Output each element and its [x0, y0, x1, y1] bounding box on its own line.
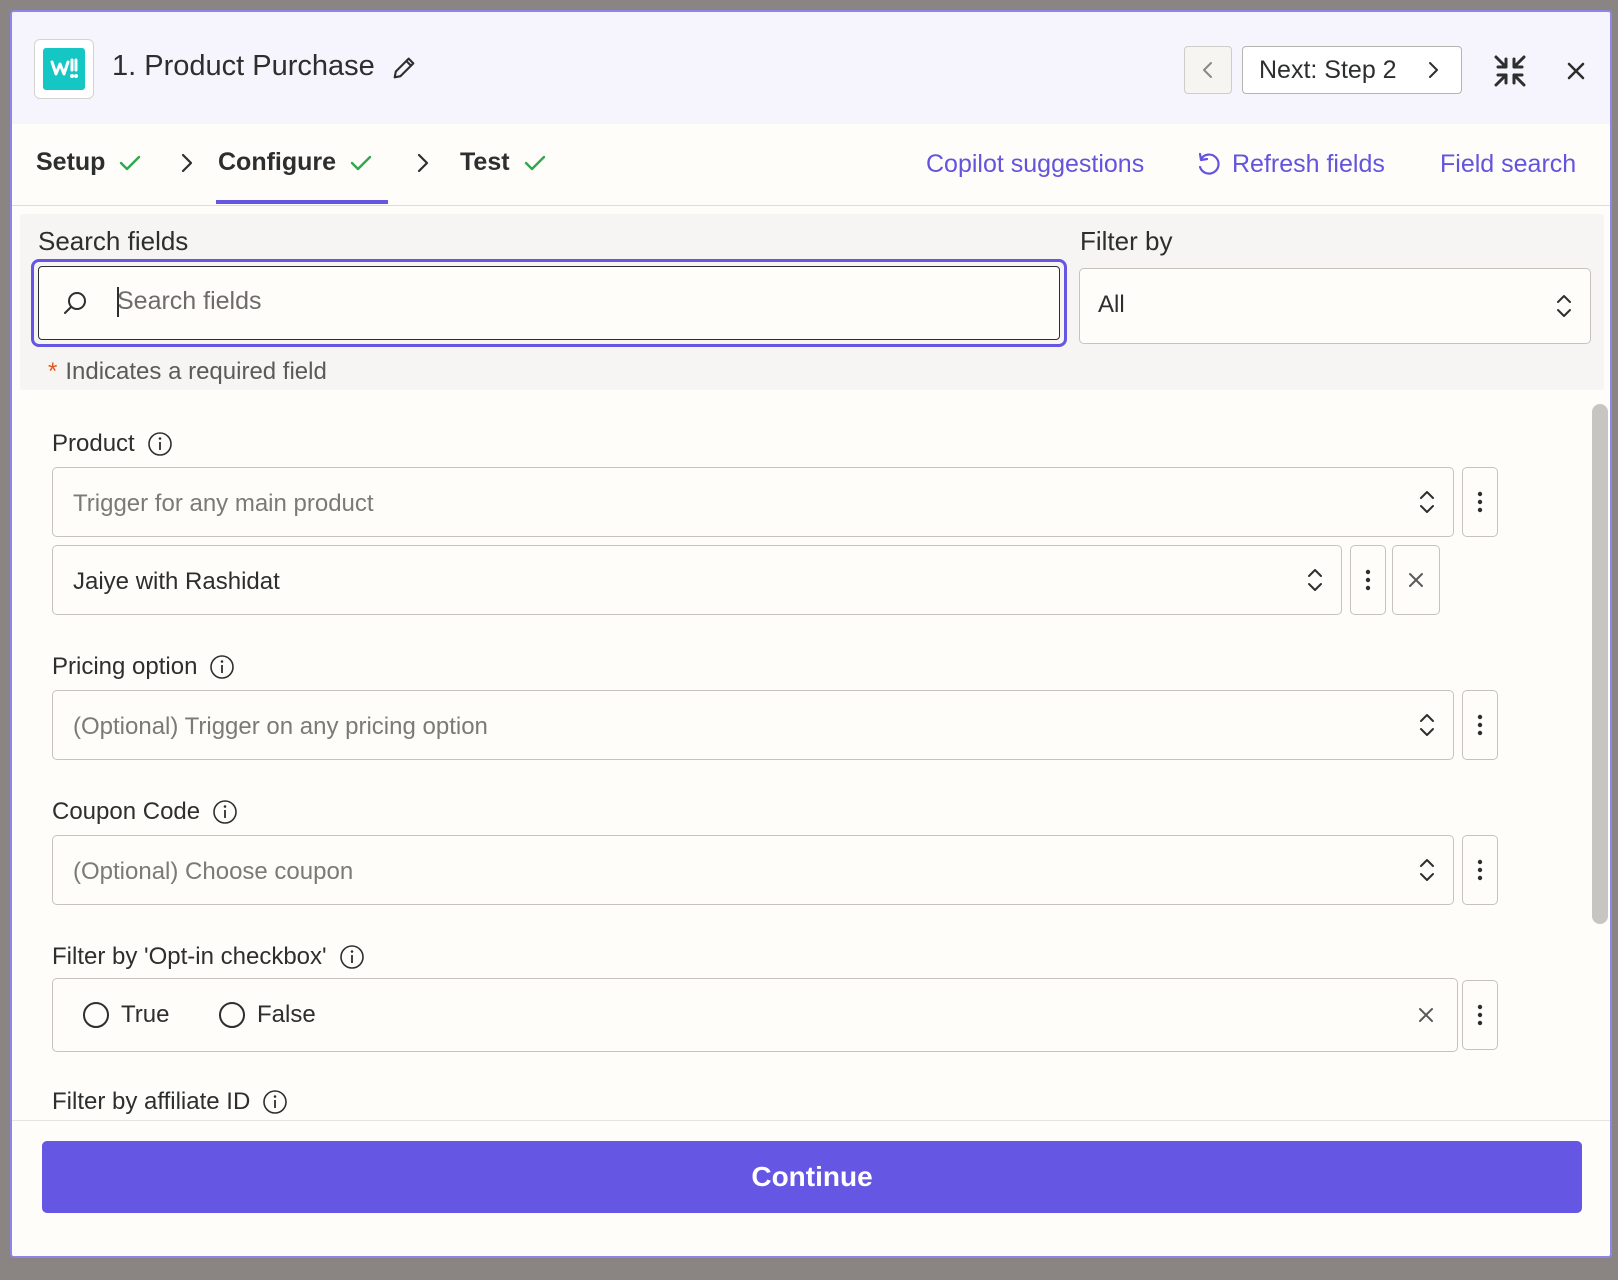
- product-value-select[interactable]: Jaiye with Rashidat: [52, 545, 1342, 615]
- pricing-option-select[interactable]: (Optional) Trigger on any pricing option: [52, 690, 1454, 760]
- required-field-note: * Indicates a required field: [48, 358, 327, 386]
- chevron-right-icon: [1429, 62, 1438, 78]
- search-fields-focus-ring: [31, 259, 1067, 347]
- refresh-icon: [1198, 152, 1220, 175]
- coupon-code-placeholder: (Optional) Choose coupon: [73, 858, 354, 885]
- continue-label: Continue: [751, 1161, 873, 1192]
- chevron-updown-icon: [1420, 859, 1434, 881]
- pricing-option-field-label: Pricing option: [52, 653, 235, 681]
- optin-false-label: False: [257, 1001, 316, 1028]
- close-icon: [1409, 573, 1423, 587]
- chevron-right-icon: [181, 153, 193, 173]
- chevron-updown-icon: [1557, 295, 1571, 317]
- product-placeholder: Trigger for any main product: [73, 490, 374, 517]
- app-logo: [34, 39, 94, 99]
- optin-radio-true[interactable]: True: [83, 1001, 169, 1029]
- close-icon: [1567, 62, 1585, 80]
- next-step-label: Next: Step 2: [1259, 55, 1397, 84]
- more-vertical-icon: [1477, 491, 1483, 513]
- more-vertical-icon: [1477, 859, 1483, 881]
- search-fields-box: [38, 266, 1060, 340]
- step-editor-panel: 1. Product Purchase Next: Step 2 Setup C…: [10, 10, 1612, 1258]
- app-logo-icon: [50, 58, 78, 78]
- affiliate-id-label-text: Filter by affiliate ID: [52, 1088, 251, 1115]
- field-search-link[interactable]: Field search: [1440, 150, 1576, 179]
- filter-by-label: Filter by: [1080, 226, 1173, 256]
- filter-by-select[interactable]: All: [1079, 268, 1591, 344]
- coupon-code-field-label: Coupon Code: [52, 798, 238, 826]
- optin-checkbox-label-text: Filter by 'Opt-in checkbox': [52, 943, 327, 970]
- product-field-label: Product: [52, 430, 173, 458]
- radio-circle: [83, 1002, 109, 1028]
- required-note-text: Indicates a required field: [65, 358, 327, 385]
- optin-radio-false[interactable]: False: [219, 1001, 316, 1029]
- pricing-option-placeholder: (Optional) Trigger on any pricing option: [73, 713, 488, 740]
- chevron-updown-icon: [1420, 491, 1434, 513]
- tab-test[interactable]: Test: [460, 148, 546, 177]
- collapse-arrows-icon: [1494, 55, 1526, 87]
- optin-options-menu-button[interactable]: [1462, 980, 1498, 1050]
- next-step-button[interactable]: Next: Step 2: [1242, 46, 1462, 94]
- search-icon: [64, 292, 86, 314]
- required-asterisk: *: [48, 358, 58, 385]
- more-vertical-icon: [1365, 569, 1371, 591]
- chevron-updown-icon: [1308, 569, 1322, 591]
- product-options-menu-button[interactable]: [1462, 467, 1498, 537]
- optin-checkbox-field-label: Filter by 'Opt-in checkbox': [52, 943, 365, 971]
- clear-selection-close-icon[interactable]: [1417, 1006, 1435, 1024]
- fields-scrollbar[interactable]: [1592, 404, 1608, 924]
- optin-true-label: True: [121, 1001, 170, 1028]
- info-icon[interactable]: [262, 1089, 288, 1115]
- info-icon[interactable]: [147, 431, 173, 457]
- pricing-option-label-text: Pricing option: [52, 653, 198, 680]
- tab-configure[interactable]: Configure: [218, 148, 372, 177]
- text-caret: [117, 287, 119, 317]
- filter-by-value: All: [1098, 291, 1125, 318]
- tab-test-label: Test: [460, 148, 510, 176]
- search-fields-label: Search fields: [38, 226, 189, 256]
- continue-button[interactable]: Continue: [42, 1141, 1582, 1213]
- info-icon[interactable]: [339, 944, 365, 970]
- copilot-suggestions-label: Copilot suggestions: [926, 150, 1145, 178]
- info-icon[interactable]: [212, 799, 238, 825]
- affiliate-id-field-label: Filter by affiliate ID: [52, 1088, 288, 1116]
- coupon-code-select[interactable]: (Optional) Choose coupon: [52, 835, 1454, 905]
- tab-configure-label: Configure: [218, 148, 337, 176]
- panel-footer: Continue: [12, 1120, 1610, 1256]
- checkmark-icon: [350, 155, 372, 170]
- active-tab-indicator: [216, 200, 388, 204]
- field-search-label: Field search: [1440, 150, 1577, 178]
- coupon-code-options-menu-button[interactable]: [1462, 835, 1498, 905]
- collapse-panel-button[interactable]: [1488, 49, 1532, 93]
- step-tabs: Setup Configure Test Copilot suggestions…: [12, 124, 1610, 206]
- search-fields-input[interactable]: [117, 279, 997, 323]
- product-label-text: Product: [52, 430, 135, 457]
- checkmark-icon: [120, 155, 141, 170]
- tab-setup-label: Setup: [36, 148, 106, 176]
- step-title: 1. Product Purchase: [112, 50, 375, 82]
- optin-radio-group: True False: [52, 978, 1458, 1052]
- more-vertical-icon: [1477, 714, 1483, 736]
- tab-setup[interactable]: Setup: [36, 148, 141, 177]
- radio-circle: [219, 1002, 245, 1028]
- checkmark-icon: [524, 155, 545, 170]
- step-header: 1. Product Purchase Next: Step 2: [12, 12, 1610, 124]
- pricing-option-options-menu-button[interactable]: [1462, 690, 1498, 760]
- edit-title-pencil-icon[interactable]: [390, 54, 418, 82]
- copilot-suggestions-link[interactable]: Copilot suggestions: [926, 150, 1144, 179]
- more-vertical-icon: [1477, 1004, 1483, 1026]
- close-panel-button[interactable]: [1560, 55, 1592, 87]
- refresh-fields-link[interactable]: Refresh fields: [1196, 150, 1385, 179]
- product-selected-value: Jaiye with Rashidat: [73, 568, 280, 595]
- chevron-right-icon: [417, 153, 429, 173]
- chevron-updown-icon: [1420, 714, 1434, 736]
- product-select[interactable]: Trigger for any main product: [52, 467, 1454, 537]
- refresh-fields-label: Refresh fields: [1232, 150, 1385, 178]
- remove-product-value-button[interactable]: [1392, 545, 1440, 615]
- info-icon[interactable]: [209, 654, 235, 680]
- previous-step-button[interactable]: [1184, 46, 1232, 94]
- product-value-options-menu-button[interactable]: [1350, 545, 1386, 615]
- coupon-code-label-text: Coupon Code: [52, 798, 201, 825]
- chevron-left-icon: [1203, 62, 1212, 78]
